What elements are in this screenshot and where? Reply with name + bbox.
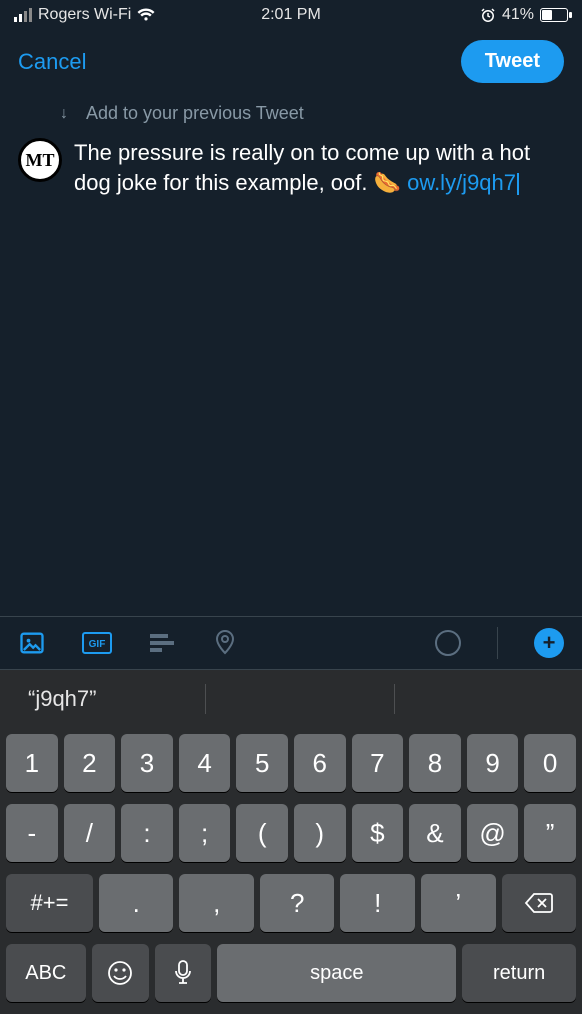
- key-2[interactable]: 2: [64, 734, 116, 792]
- key-4[interactable]: 4: [179, 734, 231, 792]
- tweet-text-input[interactable]: The pressure is really on to come up wit…: [74, 138, 564, 197]
- key-6[interactable]: 6: [294, 734, 346, 792]
- battery-pct: 41%: [502, 6, 534, 24]
- key-5[interactable]: 5: [236, 734, 288, 792]
- signal-icon: [14, 8, 32, 22]
- key-space[interactable]: space: [217, 944, 456, 1002]
- add-to-previous-button[interactable]: ↓ Add to your previous Tweet: [18, 97, 564, 138]
- suggestion-bar: “j9qh7”: [0, 670, 582, 728]
- key-emoji[interactable]: [92, 944, 149, 1002]
- key-exclaim[interactable]: !: [340, 874, 415, 932]
- key-colon[interactable]: :: [121, 804, 173, 862]
- key-7[interactable]: 7: [352, 734, 404, 792]
- tweet-link: ow.ly/j9qh7: [407, 170, 516, 195]
- key-apostrophe[interactable]: ’: [421, 874, 496, 932]
- add-to-previous-label: Add to your previous Tweet: [86, 103, 304, 124]
- key-3[interactable]: 3: [121, 734, 173, 792]
- location-icon[interactable]: [212, 629, 238, 657]
- key-backspace[interactable]: [502, 874, 577, 932]
- hotdog-emoji: 🌭: [374, 170, 401, 195]
- suggestion-1[interactable]: “j9qh7”: [0, 686, 205, 712]
- key-row-4: ABC space return: [0, 938, 582, 1008]
- key-dash[interactable]: -: [6, 804, 58, 862]
- key-semicolon[interactable]: ;: [179, 804, 231, 862]
- key-symbols-shift[interactable]: #+=: [6, 874, 93, 932]
- key-dollar[interactable]: $: [352, 804, 404, 862]
- key-lparen[interactable]: (: [236, 804, 288, 862]
- svg-text:GIF: GIF: [89, 639, 106, 650]
- key-amp[interactable]: &: [409, 804, 461, 862]
- key-at[interactable]: @: [467, 804, 519, 862]
- key-row-1: 1 2 3 4 5 6 7 8 9 0: [0, 728, 582, 798]
- key-comma[interactable]: ,: [179, 874, 254, 932]
- photo-icon[interactable]: [18, 629, 46, 657]
- compose-toolbar: GIF +: [0, 616, 582, 670]
- clock: 2:01 PM: [199, 6, 384, 24]
- avatar: MT: [18, 138, 62, 182]
- poll-icon[interactable]: [148, 631, 176, 655]
- key-quote[interactable]: ”: [524, 804, 576, 862]
- key-row-3: #+= . , ? ! ’: [0, 868, 582, 938]
- key-abc[interactable]: ABC: [6, 944, 86, 1002]
- backspace-icon: [524, 892, 554, 914]
- key-0[interactable]: 0: [524, 734, 576, 792]
- tweet-button[interactable]: Tweet: [461, 40, 564, 83]
- key-row-2: - / : ; ( ) $ & @ ”: [0, 798, 582, 868]
- carrier-label: Rogers Wi-Fi: [38, 6, 131, 24]
- key-9[interactable]: 9: [467, 734, 519, 792]
- compose-nav: Cancel Tweet: [0, 30, 582, 97]
- battery-icon: [540, 8, 568, 22]
- key-rparen[interactable]: ): [294, 804, 346, 862]
- status-bar: Rogers Wi-Fi 2:01 PM 41%: [0, 0, 582, 30]
- key-8[interactable]: 8: [409, 734, 461, 792]
- cancel-button[interactable]: Cancel: [18, 49, 86, 75]
- character-count-ring: [435, 630, 461, 656]
- keyboard: “j9qh7” 1 2 3 4 5 6 7 8 9 0 - / : ; ( ) …: [0, 670, 582, 1014]
- add-thread-button[interactable]: +: [534, 628, 564, 658]
- microphone-icon: [173, 959, 193, 987]
- key-slash[interactable]: /: [64, 804, 116, 862]
- toolbar-divider: [497, 627, 498, 659]
- key-period[interactable]: .: [99, 874, 174, 932]
- key-dictation[interactable]: [155, 944, 212, 1002]
- key-return[interactable]: return: [462, 944, 576, 1002]
- arrow-down-icon: ↓: [60, 105, 74, 123]
- gif-icon[interactable]: GIF: [82, 632, 112, 654]
- emoji-icon: [107, 960, 133, 986]
- key-question[interactable]: ?: [260, 874, 335, 932]
- alarm-icon: [480, 7, 496, 23]
- compose-area: ↓ Add to your previous Tweet MT The pres…: [0, 97, 582, 197]
- key-1[interactable]: 1: [6, 734, 58, 792]
- wifi-icon: [137, 8, 155, 22]
- text-cursor: [517, 173, 519, 195]
